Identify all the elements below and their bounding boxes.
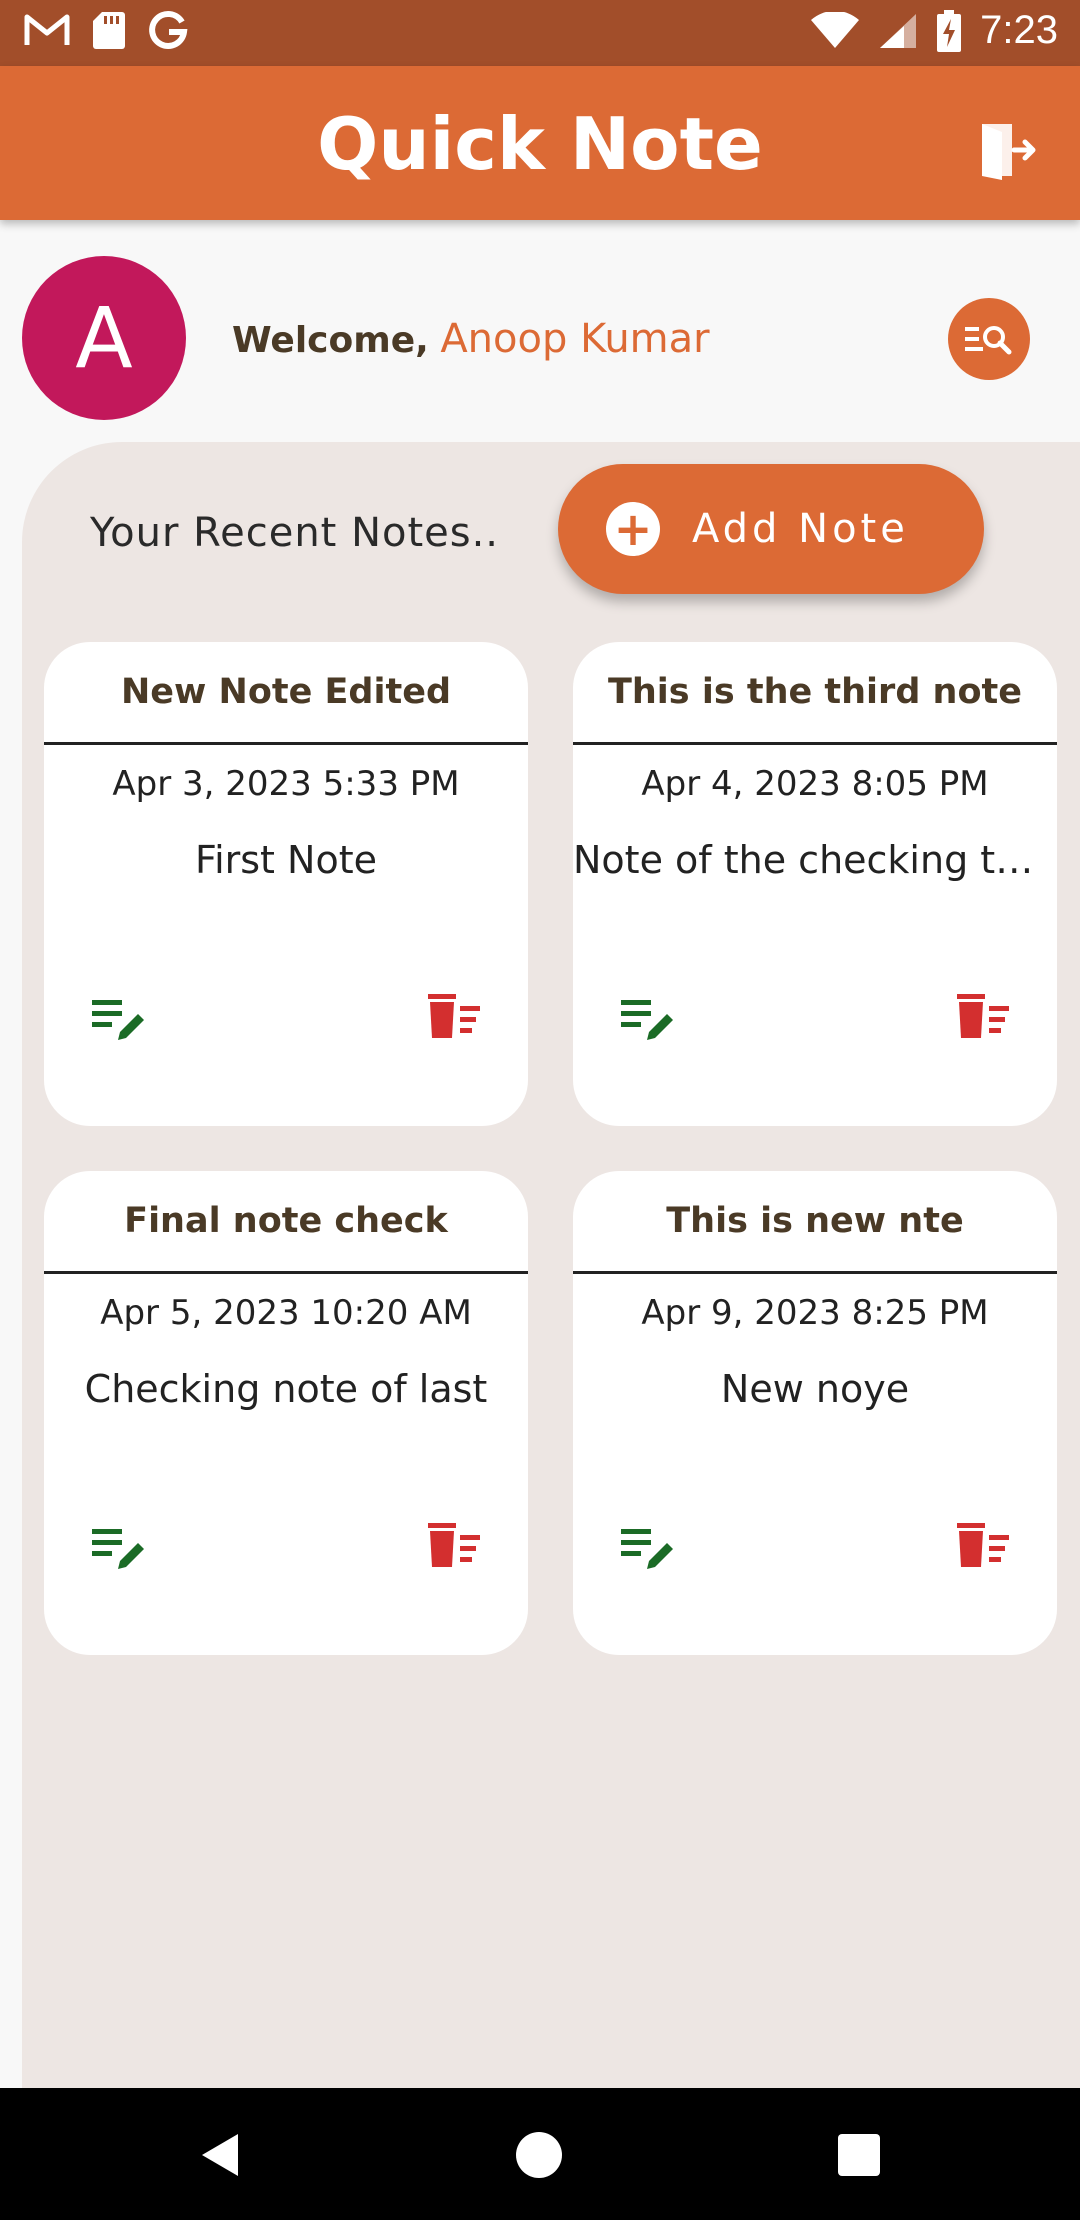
google-icon bbox=[149, 10, 188, 49]
recent-notes-label: Your Recent Notes.. bbox=[90, 510, 500, 556]
delete-icon[interactable] bbox=[424, 992, 482, 1042]
avatar[interactable]: A bbox=[22, 256, 186, 420]
note-body: Checking note of last bbox=[84, 1367, 488, 1411]
user-name: Anoop Kumar bbox=[440, 316, 710, 362]
app-title: Quick Note bbox=[317, 102, 763, 186]
delete-icon[interactable] bbox=[953, 992, 1011, 1042]
home-icon[interactable] bbox=[516, 2132, 562, 2178]
note-date: Apr 4, 2023 8:05 PM bbox=[641, 764, 989, 804]
logout-icon bbox=[982, 124, 1036, 180]
app-bar: Quick Note bbox=[0, 66, 1080, 220]
gmail-icon bbox=[24, 14, 70, 45]
user-header: A Welcome, Anoop Kumar bbox=[0, 220, 1080, 442]
search-icon bbox=[965, 326, 1012, 355]
note-body: New noye bbox=[720, 1367, 910, 1411]
note-title: This is the third note bbox=[573, 642, 1057, 745]
note-title: New Note Edited bbox=[44, 642, 528, 745]
add-note-button[interactable]: + Add Note bbox=[558, 464, 984, 594]
note-card[interactable]: This is new nte Apr 9, 2023 8:25 PM New … bbox=[573, 1171, 1057, 1655]
note-card[interactable]: Final note check Apr 5, 2023 10:20 AM Ch… bbox=[44, 1171, 528, 1655]
edit-icon[interactable] bbox=[92, 1525, 150, 1575]
note-card[interactable]: New Note Edited Apr 3, 2023 5:33 PM Firs… bbox=[44, 642, 528, 1126]
edit-icon[interactable] bbox=[621, 1525, 679, 1575]
note-date: Apr 9, 2023 8:25 PM bbox=[641, 1293, 989, 1333]
edit-icon[interactable] bbox=[92, 996, 150, 1046]
delete-icon[interactable] bbox=[953, 1521, 1011, 1571]
status-bar: 7:23 bbox=[0, 0, 1080, 66]
add-note-label: Add Note bbox=[692, 506, 909, 552]
note-body: Note of the checking thir... bbox=[573, 838, 1057, 882]
battery-charging-icon bbox=[937, 9, 962, 52]
note-date: Apr 5, 2023 10:20 AM bbox=[100, 1293, 472, 1333]
note-date: Apr 3, 2023 5:33 PM bbox=[112, 764, 460, 804]
search-button[interactable] bbox=[948, 298, 1030, 380]
edit-icon[interactable] bbox=[621, 996, 679, 1046]
welcome-label: Welcome, bbox=[232, 320, 429, 361]
system-nav-bar bbox=[0, 2088, 1080, 2220]
signal-icon bbox=[880, 13, 917, 48]
plus-icon: + bbox=[606, 502, 660, 556]
logout-button[interactable] bbox=[976, 120, 1036, 180]
note-body: First Note bbox=[194, 838, 377, 882]
note-title: Final note check bbox=[44, 1171, 528, 1274]
note-title: This is new nte bbox=[573, 1171, 1057, 1274]
sd-card-icon bbox=[93, 12, 125, 49]
welcome-text: Welcome, Anoop Kumar bbox=[232, 316, 710, 362]
note-card[interactable]: This is the third note Apr 4, 2023 8:05 … bbox=[573, 642, 1057, 1126]
back-icon[interactable] bbox=[200, 2132, 240, 2178]
wifi-icon bbox=[811, 11, 860, 48]
recent-apps-icon[interactable] bbox=[838, 2134, 880, 2176]
status-time: 7:23 bbox=[980, 8, 1058, 52]
delete-icon[interactable] bbox=[424, 1521, 482, 1571]
notes-panel: Your Recent Notes.. + Add Note New Note … bbox=[22, 442, 1080, 2088]
